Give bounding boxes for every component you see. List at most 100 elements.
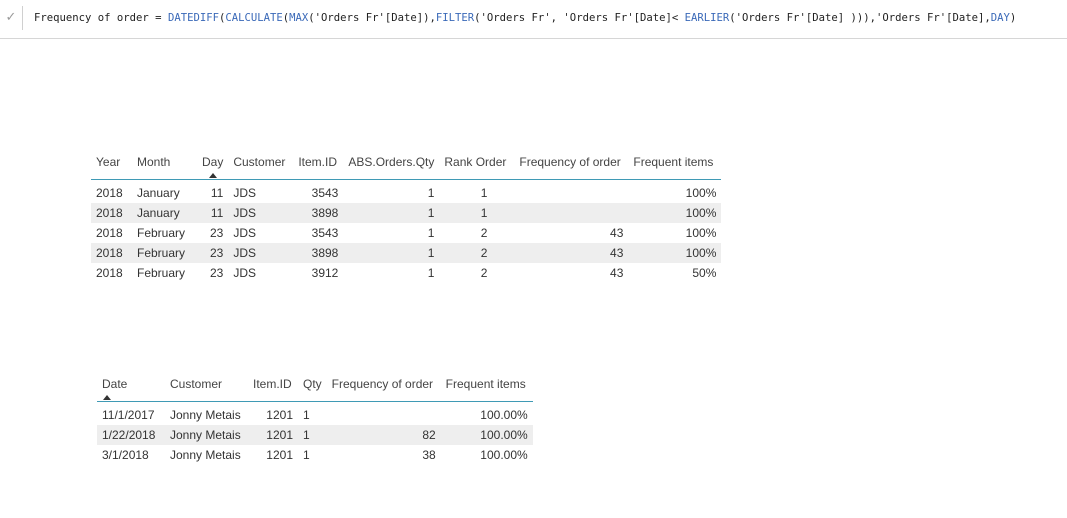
column-header-item-id[interactable]: Item.ID [248,376,298,402]
sort-ascending-icon [208,173,217,178]
cell-frequent-items: 100% [685,186,717,200]
cell-frequent-items: 100.00% [440,425,533,445]
cell-date: 3/1/2018 [102,448,149,462]
table-row: 3/1/2018 Jonny Metais 1201 1 38 100.00% [97,445,533,465]
cell-frequency-of-order: 38 [422,448,436,462]
cell-month: February [137,226,186,240]
column-header-frequent-items[interactable]: Frequent items [440,376,533,402]
formula-token: Frequency of order = [34,12,168,24]
cell-item-id: 3898 [293,203,344,223]
cell-rank-order: 1 [480,186,488,200]
cell-item-id: 3543 [311,226,339,240]
cell-customer: JDS [233,266,257,280]
cell-frequent-items: 100% [685,226,717,240]
cell-rank-order: 2 [480,226,488,240]
orders-table: Year Month Day Customer Item.ID ABS.Orde… [91,154,722,283]
cell-frequent-items: 100.00% [480,448,528,462]
cell-day: 23 [197,243,229,263]
cell-frequent-items: 100.00% [480,408,528,422]
table-header-row: Year Month Day Customer Item.ID ABS.Orde… [91,154,722,180]
formula-token: ('Orders Fr', 'Orders Fr'[Date]< [474,12,685,24]
formula-token: ) [1009,12,1017,24]
cell-frequency-of-order: 43 [514,243,629,263]
cell-abs-orders-qty: 1 [427,186,435,200]
cell-frequency-of-order [514,203,629,223]
cell-qty: 1 [298,425,327,445]
formula-bar: ✓ Frequency of order = DATEDIFF(CALCULAT… [0,0,1067,39]
cell-abs-orders-qty: 1 [343,243,440,263]
column-header-day[interactable]: Day [197,154,229,180]
cell-day: 23 [209,226,224,240]
column-header-abs-orders-qty[interactable]: ABS.Orders.Qty [343,154,440,180]
cell-year: 2018 [91,203,132,223]
cell-month: February [137,266,186,280]
table-row: 2018 February 23 JDS 3898 1 2 43 100% [91,243,722,263]
cell-frequent-items: 100% [628,203,722,223]
cell-rank-order: 1 [439,203,515,223]
formula-bar-divider [22,6,23,30]
table-header-row: Date Customer Item.ID Qty Frequency of o… [97,376,533,402]
cell-frequency-of-order [514,180,628,204]
column-header-year[interactable]: Year [91,154,132,180]
table-row: 2018 January 11 JDS 3543 1 1 100% [91,180,721,204]
cell-frequency-of-order [327,402,441,426]
column-header-frequent-items[interactable]: Frequent items [628,154,722,180]
cell-abs-orders-qty: 1 [343,203,440,223]
sort-ascending-icon [103,395,111,400]
cell-customer: Jonny Metais [170,448,241,462]
cell-date: 1/22/2018 [97,425,165,445]
column-header-rank-order[interactable]: Rank Order [439,154,515,180]
cell-year: 2018 [96,266,123,280]
cell-frequency-of-order: 43 [610,266,624,280]
cell-abs-orders-qty: 1 [427,226,435,240]
formula-input[interactable]: Frequency of order = DATEDIFF(CALCULATE(… [34,12,1016,24]
column-header-frequency-of-order[interactable]: Frequency of order [514,154,629,180]
cell-item-id: 3898 [293,243,344,263]
table-row: 11/1/2017 Jonny Metais 1201 1 100.00% [97,402,533,426]
cell-abs-orders-qty: 1 [427,266,435,280]
column-header-date[interactable]: Date [97,376,165,402]
table-row: 2018 February 23 JDS 3543 1 2 43 100% [91,223,721,243]
cell-qty: 1 [303,408,310,422]
cell-year: 2018 [91,243,132,263]
formula-token: ('Orders Fr'[Date]), [308,12,436,24]
column-header-month[interactable]: Month [132,154,197,180]
column-header-customer[interactable]: Customer [228,154,294,180]
column-header-qty[interactable]: Qty [298,376,327,402]
column-header-customer[interactable]: Customer [165,376,248,402]
cell-item-id: 1201 [266,408,293,422]
cell-frequent-items: 100% [628,243,722,263]
cell-month: January [132,203,197,223]
column-header-frequency-of-order[interactable]: Frequency of order [326,376,441,402]
cell-customer: JDS [228,243,294,263]
cell-qty: 1 [303,448,310,462]
cell-customer: JDS [233,226,257,240]
cell-frequency-of-order: 82 [326,425,441,445]
formula-token: ('Orders Fr'[Date] ))),'Orders Fr'[Date]… [729,12,991,24]
cell-month: February [132,243,197,263]
cell-customer: JDS [228,203,294,223]
cell-customer: Jonny Metais [170,408,241,422]
cell-item-id: 3543 [311,186,339,200]
table-row: 1/22/2018 Jonny Metais 1201 1 82 100.00% [97,425,533,445]
cell-item-id: 3912 [311,266,339,280]
cell-day: 23 [209,266,224,280]
table-row: 2018 February 23 JDS 3912 1 2 43 50% [91,263,721,283]
cell-rank-order: 2 [480,266,488,280]
cell-year: 2018 [96,186,123,200]
column-header-item-id[interactable]: Item.ID [293,154,344,180]
cell-year: 2018 [96,226,123,240]
formula-function: MAX [289,12,309,24]
cell-date: 11/1/2017 [102,408,155,422]
customer-orders-table: Date Customer Item.ID Qty Frequency of o… [97,376,533,465]
table-row: 2018 January 11 JDS 3898 1 1 100% [91,203,722,223]
cell-day: 11 [197,203,229,223]
cell-customer: JDS [233,186,257,200]
formula-function: DATEDIFF [167,12,219,24]
formula-function: FILTER [435,12,475,24]
cell-day: 11 [210,186,224,200]
formula-function: EARLIER [684,12,730,24]
commit-check-icon[interactable]: ✓ [0,7,22,29]
cell-frequent-items: 50% [692,266,717,280]
cell-customer: Jonny Metais [165,425,248,445]
